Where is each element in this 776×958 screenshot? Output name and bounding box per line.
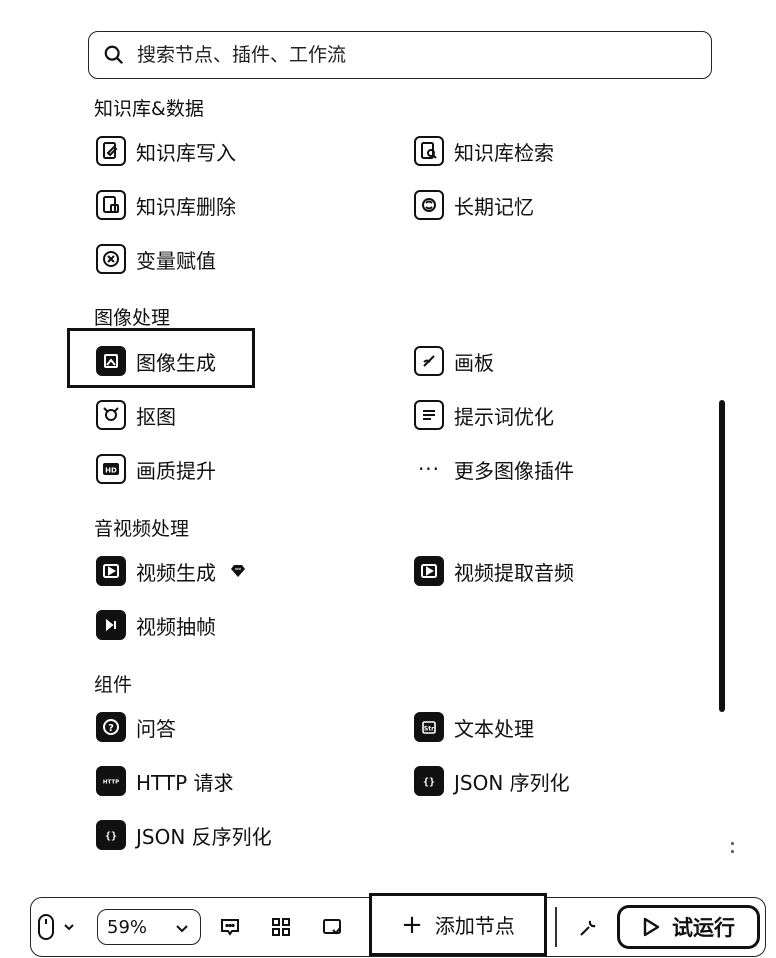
node-question[interactable]: ? 问答: [96, 709, 176, 745]
node-label: 问答: [136, 716, 176, 741]
node-label: 图像生成: [136, 350, 216, 375]
scrollbar[interactable]: [719, 400, 725, 712]
diamond-icon: [231, 565, 245, 577]
hd-icon: HD: [96, 454, 126, 484]
image-generate-icon: [96, 346, 126, 376]
variable-assign-icon: [96, 244, 126, 274]
video-frame-icon: [96, 610, 126, 640]
grid-icon: [272, 918, 290, 936]
section-title-knowledge: 知识库&数据: [94, 98, 204, 120]
minimap-icon: [323, 919, 341, 935]
node-json-deserialize[interactable]: {} JSON 反序列化: [96, 817, 272, 853]
toolbar-divider: [555, 907, 557, 947]
node-label: JSON 序列化: [454, 770, 570, 795]
node-label: 知识库写入: [136, 140, 236, 165]
node-video-frame[interactable]: 视频抽帧: [96, 607, 216, 643]
search-box[interactable]: [88, 31, 712, 79]
svg-text:{}: {}: [423, 777, 435, 788]
node-label: 提示词优化: [454, 404, 554, 429]
node-more-image-plugins[interactable]: ··· 更多图像插件: [414, 451, 574, 487]
play-icon: [643, 917, 660, 937]
node-video-generate[interactable]: 视频生成: [96, 553, 246, 589]
node-label: 变量赋值: [136, 248, 216, 273]
node-label: 视频提取音频: [454, 560, 574, 585]
node-kb-write[interactable]: 知识库写入: [96, 133, 236, 169]
section-title-av: 音视频处理: [94, 518, 190, 540]
json-serialize-icon: {}: [414, 766, 444, 796]
section-title-components: 组件: [94, 674, 133, 696]
zoom-select[interactable]: 59%: [97, 909, 201, 945]
node-kb-delete[interactable]: 知识库删除: [96, 187, 236, 223]
canvas-icon: [414, 346, 444, 376]
json-deserialize-icon: {}: [96, 820, 126, 850]
svg-text:HTTP: HTTP: [103, 780, 119, 786]
node-memory[interactable]: 长期记忆: [414, 187, 534, 223]
node-video-audio[interactable]: 视频提取音频: [414, 553, 574, 589]
svg-text:HD: HD: [105, 467, 117, 475]
comment-button[interactable]: [216, 913, 244, 941]
node-label: 画质提升: [136, 458, 216, 483]
node-label: HTTP 请求: [136, 770, 234, 795]
layout-button[interactable]: [267, 913, 295, 941]
node-prompt-optimize[interactable]: 提示词优化: [414, 397, 554, 433]
kb-write-icon: [96, 136, 126, 166]
wrench-icon: [580, 920, 596, 936]
kb-search-icon: [414, 136, 444, 166]
section-title-image: 图像处理: [94, 307, 171, 329]
search-icon: [104, 45, 124, 65]
node-label: 画板: [454, 350, 494, 375]
minimap-button[interactable]: [318, 913, 346, 941]
node-kb-search[interactable]: 知识库检索: [414, 133, 554, 169]
zoom-value: 59%: [107, 916, 148, 938]
node-label: 知识库删除: [136, 194, 236, 219]
node-variable-assign[interactable]: 变量赋值: [96, 241, 216, 277]
node-cutout[interactable]: 抠图: [96, 397, 176, 433]
node-json-serialize[interactable]: {} JSON 序列化: [414, 763, 570, 799]
svg-text:{}: {}: [105, 831, 117, 842]
video-audio-icon: [414, 556, 444, 586]
svg-text:?: ?: [108, 723, 114, 734]
node-image-generate[interactable]: 图像生成: [96, 343, 216, 379]
node-label: 视频生成: [136, 560, 216, 585]
mouse-icon: [38, 914, 54, 940]
video-generate-icon: [96, 556, 126, 586]
test-run-label: 试运行: [672, 916, 735, 940]
dot-marker: [731, 850, 734, 853]
chevron-down-icon: [64, 924, 74, 931]
search-input[interactable]: [137, 44, 657, 66]
node-label: 知识库检索: [454, 140, 554, 165]
plus-icon: +: [401, 909, 423, 940]
svg-text:Str: Str: [424, 726, 434, 733]
node-canvas[interactable]: 画板: [414, 343, 494, 379]
question-icon: ?: [96, 712, 126, 742]
more-dots-icon: ···: [417, 457, 441, 481]
debug-button[interactable]: [574, 914, 602, 942]
text-process-icon: Str: [414, 712, 444, 742]
interaction-mode-selector[interactable]: [36, 906, 76, 948]
node-label: 文本处理: [454, 716, 534, 741]
cutout-icon: [96, 400, 126, 430]
chevron-down-icon: [176, 925, 188, 933]
node-picker-panel: 知识库&数据 知识库写入 知识库检索 知识库删除 长期记忆 变量赋值 图像处理: [0, 0, 776, 880]
add-node-label: 添加节点: [434, 914, 515, 938]
comment-icon: [221, 919, 239, 936]
memory-icon: [414, 190, 444, 220]
node-http[interactable]: HTTP HTTP 请求: [96, 763, 234, 799]
node-label: 抠图: [136, 404, 176, 429]
http-icon: HTTP: [96, 766, 126, 796]
node-label: 长期记忆: [454, 194, 534, 219]
node-hd[interactable]: HD 画质提升: [96, 451, 216, 487]
add-node-button[interactable]: + 添加节点: [369, 893, 547, 956]
prompt-optimize-icon: [414, 400, 444, 430]
kb-delete-icon: [96, 190, 126, 220]
dot-marker: [731, 842, 734, 845]
node-text-process[interactable]: Str 文本处理: [414, 709, 534, 745]
test-run-button[interactable]: 试运行: [617, 905, 760, 949]
node-label: 视频抽帧: [136, 614, 216, 639]
node-label: JSON 反序列化: [136, 824, 272, 849]
node-label: 更多图像插件: [454, 458, 574, 483]
